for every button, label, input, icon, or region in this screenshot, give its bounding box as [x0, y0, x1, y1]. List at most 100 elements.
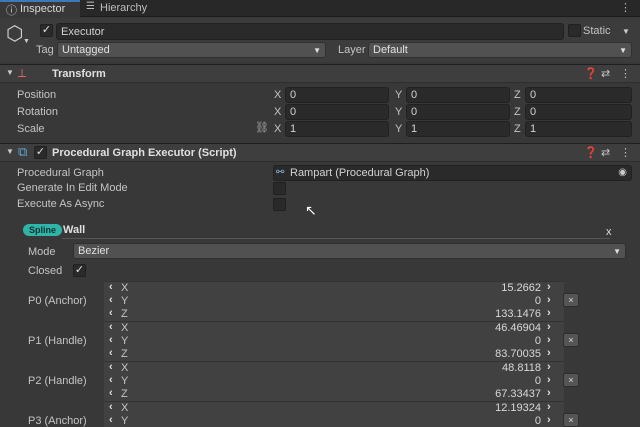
chevron-right-icon[interactable]: › [547, 334, 551, 346]
object-picker-icon[interactable]: ◉ [618, 166, 627, 179]
chevron-right-icon[interactable]: › [547, 294, 551, 306]
chevron-right-icon[interactable]: › [547, 321, 551, 333]
scale-z-field[interactable]: 1 [525, 121, 632, 137]
chevron-right-icon[interactable]: › [547, 387, 551, 399]
chevron-left-icon[interactable]: ‹ [109, 321, 113, 333]
layer-dropdown[interactable]: Default ▼ [368, 42, 632, 58]
axis-z-label[interactable]: Z [514, 89, 521, 101]
point-z-value[interactable]: 83.70035 [495, 348, 541, 360]
point-label: P2 (Handle) [28, 375, 87, 387]
static-dropdown-arrow[interactable]: ▼ [622, 27, 630, 36]
chevron-down-icon: ▼ [619, 46, 627, 55]
chevron-left-icon[interactable]: ‹ [109, 307, 113, 319]
axis-x-label[interactable]: X [274, 89, 281, 101]
help-icon[interactable]: ❓ [584, 67, 598, 80]
component-menu-icon[interactable]: ⋮ [620, 146, 631, 159]
point-z-value[interactable]: 133.1476 [495, 308, 541, 320]
scale-y-field[interactable]: 1 [406, 121, 510, 137]
axis-y-label: Y [121, 415, 129, 427]
chevron-left-icon[interactable]: ‹ [109, 334, 113, 346]
active-checkbox[interactable]: ✓ [40, 24, 53, 37]
position-x-field[interactable]: 0 [285, 87, 389, 103]
position-z-field[interactable]: 0 [525, 87, 632, 103]
point-y-value[interactable]: 0 [535, 295, 541, 307]
chevron-left-icon[interactable]: ‹ [109, 401, 113, 413]
axis-x-label[interactable]: X [274, 123, 281, 135]
chevron-down-icon: ▼ [613, 247, 621, 256]
spline-badge: Spline [23, 224, 63, 236]
tab-hierarchy[interactable]: ☰ Hierarchy [82, 0, 162, 17]
preset-icon[interactable]: ⇄ [601, 146, 610, 159]
axis-y-label: Y [121, 295, 129, 307]
point-x-value[interactable]: 46.46904 [495, 322, 541, 334]
foldout-arrow-icon[interactable]: ▼ [6, 147, 14, 156]
remove-point-button[interactable]: × [563, 333, 579, 347]
remove-point-button[interactable]: × [563, 373, 579, 387]
closed-checkbox[interactable]: ✓ [73, 264, 86, 277]
point-y-value[interactable]: 0 [535, 415, 541, 427]
chevron-down-icon: ▼ [313, 46, 321, 55]
scale-x-field[interactable]: 1 [285, 121, 389, 137]
chevron-right-icon[interactable]: › [547, 281, 551, 293]
axis-x-label[interactable]: X [274, 106, 281, 118]
async-checkbox[interactable] [273, 198, 286, 211]
chevron-right-icon[interactable]: › [547, 414, 551, 426]
position-y-field[interactable]: 0 [406, 87, 510, 103]
point-x-value[interactable]: 48.8118 [502, 362, 541, 374]
foldout-arrow-icon[interactable]: ▼ [6, 68, 14, 77]
chevron-left-icon[interactable]: ‹ [109, 281, 113, 293]
remove-point-button[interactable]: × [563, 293, 579, 307]
position-label: Position [17, 89, 57, 101]
axis-z-label[interactable]: Z [514, 123, 521, 135]
component-menu-icon[interactable]: ⋮ [620, 67, 631, 80]
object-name-field[interactable]: Executor [56, 23, 564, 40]
chevron-left-icon[interactable]: ‹ [109, 414, 113, 426]
chevron-right-icon[interactable]: › [547, 307, 551, 319]
closed-label: Closed [28, 265, 63, 277]
chevron-right-icon[interactable]: › [547, 401, 551, 413]
procedural-graph-field[interactable]: ⚯ Rampart (Procedural Graph) ◉ [273, 165, 632, 181]
point-y-value[interactable]: 0 [535, 375, 541, 387]
point-x-value[interactable]: 12.19324 [495, 402, 541, 414]
axis-z-label[interactable]: Z [514, 106, 521, 118]
axis-y-label[interactable]: Y [395, 123, 402, 135]
chevron-right-icon[interactable]: › [547, 347, 551, 359]
chevron-left-icon[interactable]: ‹ [109, 361, 113, 373]
mode-dropdown[interactable]: Bezier ▼ [73, 243, 626, 259]
graph-asset-icon: ⚯ [276, 167, 285, 178]
rotation-y-field[interactable]: 0 [406, 104, 510, 120]
help-icon[interactable]: ❓ [584, 146, 598, 159]
tag-dropdown[interactable]: Untagged ▼ [57, 42, 326, 58]
edit-mode-checkbox[interactable] [273, 182, 286, 195]
list-icon: ☰ [86, 1, 95, 12]
axis-y-label[interactable]: Y [395, 106, 402, 118]
preset-icon[interactable]: ⇄ [601, 67, 610, 80]
chevron-left-icon[interactable]: ‹ [109, 374, 113, 386]
tab-inspector[interactable]: ⓘ Inspector [0, 0, 80, 17]
point-x-value[interactable]: 15.2662 [501, 282, 541, 294]
chevron-right-icon[interactable]: › [547, 374, 551, 386]
rotation-x-field[interactable]: 0 [285, 104, 389, 120]
axis-y-label: Y [121, 375, 129, 387]
chevron-right-icon[interactable]: › [547, 361, 551, 373]
executor-enabled-checkbox[interactable]: ✓ [34, 146, 47, 159]
rotation-z-field[interactable]: 0 [525, 104, 632, 120]
constrain-proportions-icon[interactable]: ⛓ [255, 121, 269, 134]
chevron-left-icon[interactable]: ‹ [109, 347, 113, 359]
procedural-graph-label: Procedural Graph [17, 167, 104, 179]
transform-header[interactable]: ▼ ⟂ Transform ❓ ⇄ ⋮ [0, 64, 640, 83]
scale-label: Scale [17, 123, 45, 135]
chevron-left-icon[interactable]: ‹ [109, 294, 113, 306]
point-y-value[interactable]: 0 [535, 335, 541, 347]
spline-close-button[interactable]: x [606, 226, 612, 238]
axis-y-label[interactable]: Y [395, 89, 402, 101]
more-options-icon[interactable]: ⋮ [620, 1, 631, 14]
static-checkbox[interactable] [568, 24, 581, 37]
remove-point-button[interactable]: × [563, 413, 579, 427]
executor-header[interactable]: ▼ ⧉ ✓ Procedural Graph Executor (Script)… [0, 143, 640, 162]
point-z-value[interactable]: 67.33437 [495, 388, 541, 400]
point-label: P0 (Anchor) [28, 295, 87, 307]
chevron-left-icon[interactable]: ‹ [109, 387, 113, 399]
icon-dropdown-arrow[interactable]: ▼ [23, 38, 30, 45]
executor-title: Procedural Graph Executor (Script) [52, 147, 237, 159]
